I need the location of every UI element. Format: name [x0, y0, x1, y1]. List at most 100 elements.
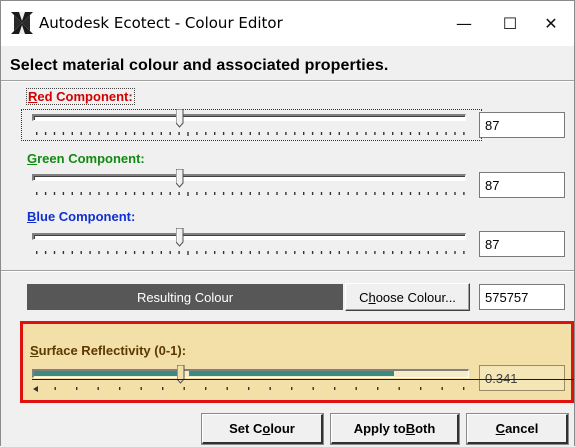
tick-mark	[418, 192, 421, 195]
tick-mark	[53, 251, 56, 254]
blue-slider-ticks	[36, 251, 465, 255]
tick-mark	[53, 132, 56, 135]
minimize-button[interactable]: —	[441, 1, 487, 46]
tick-mark	[125, 132, 127, 135]
blue-slider-thumb[interactable]	[176, 228, 184, 247]
tick-mark	[80, 132, 82, 135]
tick-mark	[214, 251, 216, 254]
tick-mark	[329, 132, 332, 135]
tick-mark	[285, 132, 287, 135]
tick-mark	[231, 132, 234, 135]
tick-mark	[400, 192, 403, 195]
tick-mark	[338, 251, 340, 254]
tick-mark	[36, 132, 38, 135]
tick-mark	[454, 251, 456, 254]
title-bar[interactable]: Autodesk Ecotect - Colour Editor — ☐ ✕	[1, 1, 574, 46]
tick-mark	[276, 192, 278, 195]
blue-value-input[interactable]: 87	[479, 231, 565, 257]
reflectivity-tick-mark	[377, 387, 379, 390]
tick-mark	[231, 192, 234, 195]
green-slider-track[interactable]	[32, 174, 466, 181]
tick-mark	[116, 132, 118, 135]
tick-mark	[365, 132, 367, 135]
tick-mark	[187, 251, 189, 255]
apply-to-both-button[interactable]: Apply to Both	[330, 413, 460, 445]
reflectivity-tick-mark	[226, 387, 228, 390]
reflectivity-slider-track[interactable]	[32, 369, 469, 378]
reflectivity-tick-mark	[355, 387, 357, 390]
tick-mark	[258, 251, 260, 254]
colour-editor-window: Autodesk Ecotect - Colour Editor — ☐ ✕ S…	[0, 0, 575, 447]
tick-mark	[267, 192, 269, 195]
red-slider-track[interactable]	[32, 114, 466, 121]
reflectivity-tick-mark	[119, 387, 121, 390]
tick-mark	[205, 192, 207, 195]
minimize-icon: —	[456, 14, 472, 33]
blue-component-label: Blue Component:	[27, 209, 136, 224]
close-button[interactable]: ✕	[528, 1, 574, 46]
tick-mark	[151, 251, 154, 254]
reflectivity-slider-thumb[interactable]	[177, 365, 185, 384]
tick-mark	[214, 132, 216, 135]
choose-colour-button[interactable]: Ch oose Colour...	[345, 283, 470, 311]
tick-mark	[196, 192, 198, 195]
tick-mark	[311, 132, 314, 135]
tick-mark	[44, 251, 47, 254]
reflectivity-value-input[interactable]: 0.341	[479, 365, 565, 391]
tick-mark	[374, 132, 376, 135]
tick-mark	[53, 192, 56, 195]
colour-divider	[1, 270, 574, 272]
green-value-input[interactable]: 87	[479, 172, 565, 198]
tick-mark	[160, 192, 162, 195]
tick-mark	[142, 251, 145, 254]
red-slider-thumb[interactable]	[176, 109, 184, 128]
maximize-button[interactable]: ☐	[487, 1, 533, 46]
tick-mark	[383, 251, 385, 254]
tick-mark	[400, 132, 403, 135]
cancel-button[interactable]: Cancel	[466, 413, 569, 445]
tick-mark	[454, 192, 456, 195]
tick-mark	[107, 132, 109, 135]
tick-mark	[320, 251, 323, 254]
tick-mark	[409, 192, 412, 195]
tick-mark	[36, 192, 38, 195]
tick-mark	[258, 192, 260, 195]
reflectivity-slider-ticks	[33, 386, 465, 392]
reflectivity-tick-mark	[248, 387, 250, 390]
dialog-body: Select material colour and associated pr…	[1, 46, 574, 447]
tick-mark	[445, 251, 447, 254]
tick-mark	[178, 192, 180, 195]
tick-mark	[142, 132, 145, 135]
reflectivity-tick-mark	[441, 387, 443, 390]
tick-mark	[142, 192, 145, 195]
tick-mark	[356, 132, 358, 135]
red-value-input[interactable]: 87	[479, 112, 565, 138]
reflectivity-tick-mark	[312, 387, 314, 390]
tick-mark	[347, 132, 349, 135]
green-slider-thumb[interactable]	[176, 169, 184, 188]
set-colour-button[interactable]: Set Co lour	[201, 413, 324, 445]
tick-mark	[392, 132, 394, 135]
tick-mark	[320, 132, 323, 135]
tick-mark	[338, 192, 340, 195]
tick-mark	[133, 132, 136, 135]
tick-mark	[71, 132, 73, 135]
tick-mark	[329, 251, 332, 254]
reflectivity-tick-mark	[54, 387, 56, 390]
hex-colour-input[interactable]: 575757	[479, 284, 565, 310]
header-divider	[1, 80, 574, 82]
tick-mark	[329, 192, 332, 195]
reflectivity-overlay-line	[32, 379, 574, 380]
tick-mark	[178, 251, 180, 254]
tick-mark	[356, 251, 358, 254]
tick-mark	[196, 132, 198, 135]
tick-mark	[71, 192, 73, 195]
tick-mark	[125, 192, 127, 195]
tick-mark	[338, 132, 340, 135]
tick-mark	[80, 251, 82, 254]
tick-mark	[240, 251, 243, 254]
tick-mark	[418, 251, 421, 254]
blue-slider-track[interactable]	[32, 233, 466, 240]
tick-mark	[98, 132, 100, 135]
tick-mark	[151, 132, 154, 135]
